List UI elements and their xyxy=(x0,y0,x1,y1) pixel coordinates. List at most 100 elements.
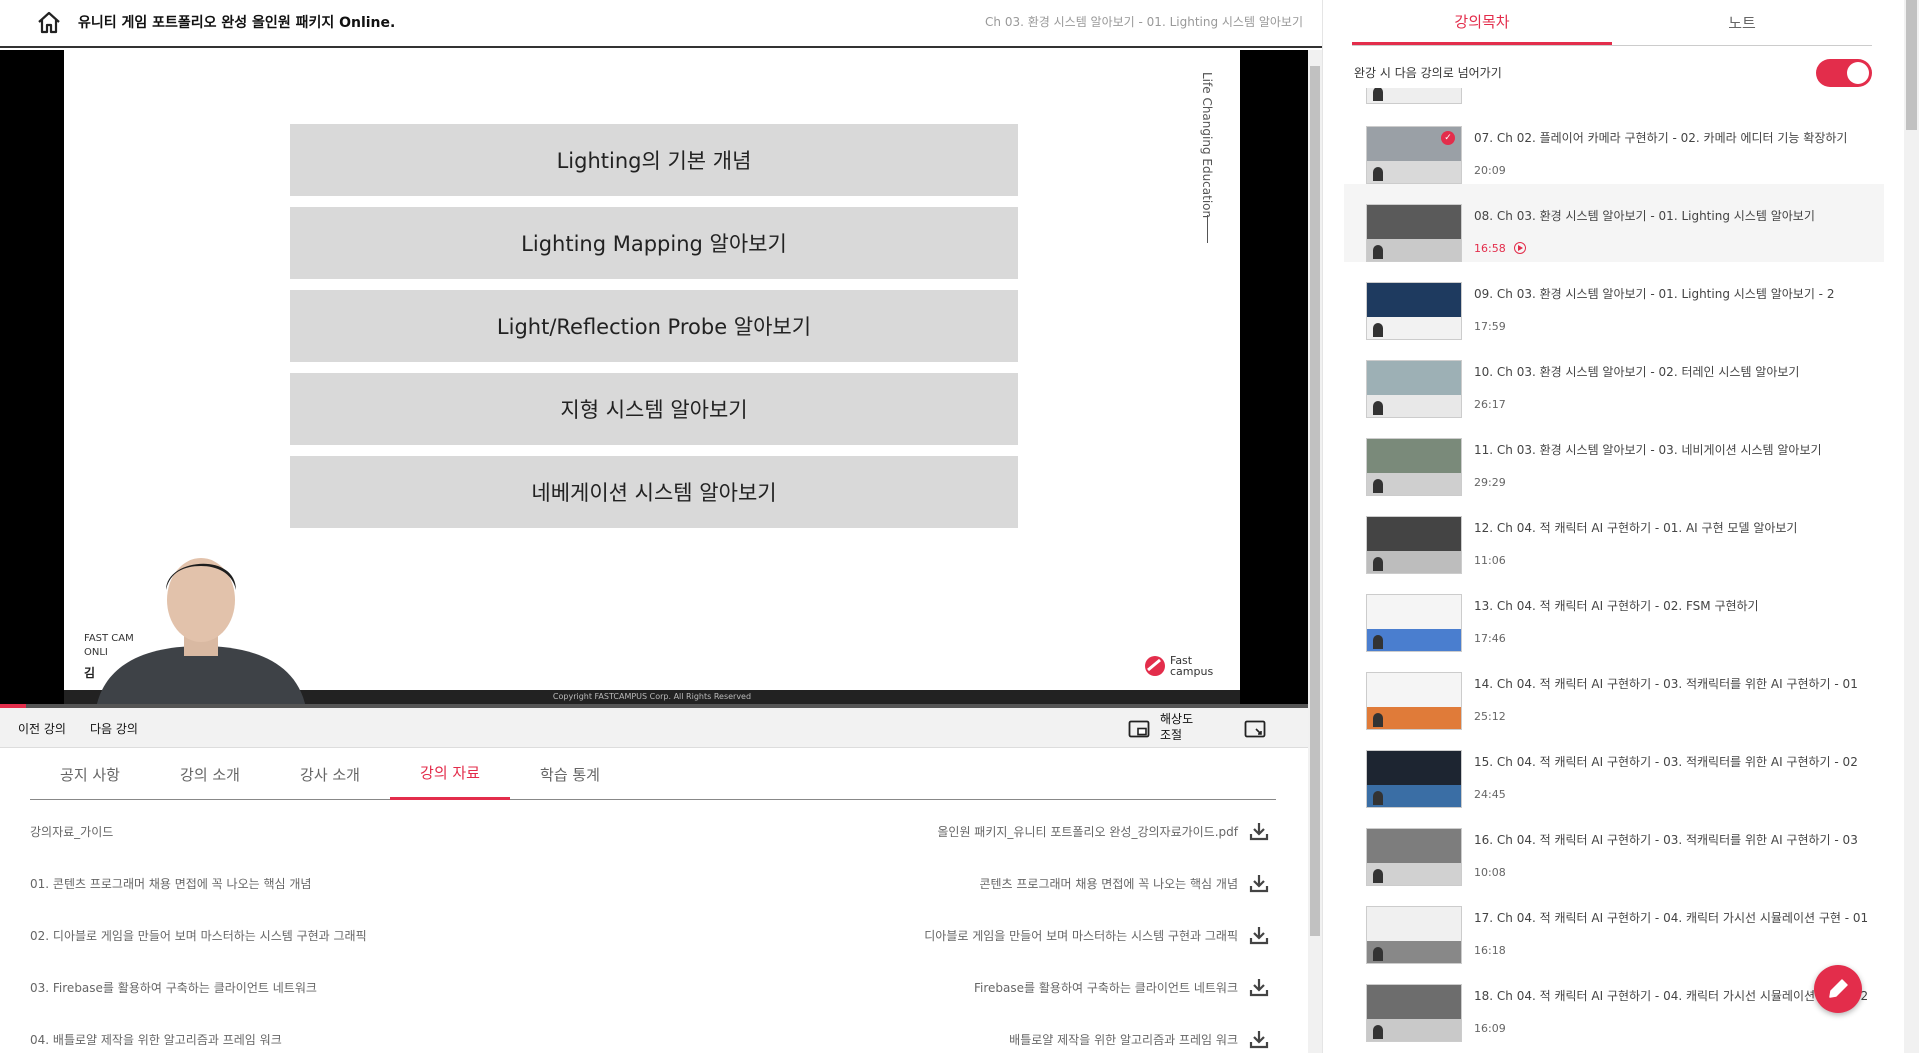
material-row: 04. 배틀로얄 제작을 위한 알고리즘과 프레임 워크 배틀로얄 제작을 위한… xyxy=(30,1013,1270,1053)
material-file-name[interactable]: 배틀로얄 제작을 위한 알고리즘과 프레임 워크 xyxy=(1009,1031,1238,1048)
lesson-duration: 16:09 xyxy=(1474,1022,1506,1035)
tab-instructor-intro[interactable]: 강사 소개 xyxy=(270,748,390,800)
lesson-thumbnail[interactable] xyxy=(1366,906,1462,964)
material-row: 03. Firebase를 활용하여 구축하는 클라이언트 네트워크 Fireb… xyxy=(30,961,1270,1013)
material-file-name[interactable]: 콘텐츠 프로그래머 채용 면접에 꼭 나오는 핵심 개념 xyxy=(979,875,1238,892)
pip-icon[interactable] xyxy=(1128,720,1150,738)
material-download[interactable]: 올인원 패키지_유니티 포트폴리오 완성_강의자료가이드.pdf xyxy=(937,820,1270,842)
material-file-name[interactable]: 올인원 패키지_유니티 포트폴리오 완성_강의자료가이드.pdf xyxy=(937,823,1238,840)
tab-curriculum[interactable]: 강의목차 xyxy=(1352,0,1612,45)
lesson-item[interactable]: 13. Ch 04. 적 캐릭터 AI 구현하기 - 02. FSM 구현하기 1… xyxy=(1344,574,1884,652)
lesson-item[interactable]: 14. Ch 04. 적 캐릭터 AI 구현하기 - 03. 적캐릭터를 위한 … xyxy=(1344,652,1884,730)
tab-notes[interactable]: 노트 xyxy=(1612,0,1872,45)
lesson-thumbnail[interactable] xyxy=(1366,438,1462,496)
material-name: 04. 배틀로얄 제작을 위한 알고리즘과 프레임 워크 xyxy=(30,1032,282,1047)
fastcampus-logo-mark xyxy=(1145,656,1165,676)
slide-topic: Lighting Mapping 알아보기 xyxy=(290,207,1018,279)
lesson-duration: 20:09 xyxy=(1474,164,1506,177)
fastcampus-logo: Fast campus xyxy=(1144,655,1213,677)
lesson-list: 15:59 ✓ 07. Ch 02. 플레이어 카메라 구현하기 - 02. 카메라… xyxy=(1344,88,1884,1053)
lesson-duration: 17:46 xyxy=(1474,632,1506,645)
player-controls: 이전 강의 다음 강의 해상도 조절 xyxy=(0,708,1308,748)
lesson-item[interactable]: 15. Ch 04. 적 캐릭터 AI 구현하기 - 03. 적캐릭터를 위한 … xyxy=(1344,730,1884,808)
download-icon[interactable] xyxy=(1248,924,1270,946)
download-icon[interactable] xyxy=(1248,976,1270,998)
side-panel-tabs: 강의목차 노트 xyxy=(1352,0,1872,46)
autoplay-toggle[interactable] xyxy=(1816,59,1872,87)
lesson-title[interactable]: 11. Ch 03. 환경 시스템 알아보기 - 03. 네비게이션 시스템 알… xyxy=(1474,442,1874,459)
side-scrollbar-thumb[interactable] xyxy=(1906,0,1917,130)
lesson-title[interactable]: 09. Ch 03. 환경 시스템 알아보기 - 01. Lighting 시스… xyxy=(1474,286,1874,303)
lesson-item[interactable]: 11. Ch 03. 환경 시스템 알아보기 - 03. 네비게이션 시스템 알… xyxy=(1344,418,1884,496)
tab-course-intro[interactable]: 강의 소개 xyxy=(150,748,270,800)
lesson-item[interactable]: 09. Ch 03. 환경 시스템 알아보기 - 01. Lighting 시스… xyxy=(1344,262,1884,340)
lesson-thumbnail[interactable] xyxy=(1366,594,1462,652)
main-scrollbar-thumb[interactable] xyxy=(1310,66,1320,936)
presenter-video xyxy=(86,538,316,708)
material-download[interactable]: 디아블로 게임을 만들어 보며 마스터하는 시스템 구현과 그래픽 xyxy=(924,924,1270,946)
resolution-button[interactable]: 해상도 조절 xyxy=(1160,711,1200,743)
side-scrollbar[interactable] xyxy=(1904,0,1919,1053)
lesson-duration: 15:59 xyxy=(1474,88,1506,91)
slide-topic: Lighting의 기본 개념 xyxy=(290,124,1018,196)
next-lecture-button[interactable]: 다음 강의 xyxy=(90,720,138,737)
lesson-thumbnail[interactable] xyxy=(1366,984,1462,1042)
tab-materials[interactable]: 강의 자료 xyxy=(390,748,510,800)
download-icon[interactable] xyxy=(1248,820,1270,842)
material-name: 02. 디아블로 게임을 만들어 보며 마스터하는 시스템 구현과 그래픽 xyxy=(30,928,367,943)
lesson-title[interactable]: 17. Ch 04. 적 캐릭터 AI 구현하기 - 04. 캐릭터 가시선 시… xyxy=(1474,910,1874,927)
lesson-thumbnail[interactable] xyxy=(1366,828,1462,886)
slide-side-text: Life Changing Education xyxy=(1200,72,1214,219)
lesson-duration: 10:08 xyxy=(1474,866,1506,879)
expand-icon[interactable] xyxy=(1244,720,1266,738)
lesson-item[interactable]: 16. Ch 04. 적 캐릭터 AI 구현하기 - 03. 적캐릭터를 위한 … xyxy=(1344,808,1884,886)
lesson-title[interactable]: 10. Ch 03. 환경 시스템 알아보기 - 02. 터레인 시스템 알아보… xyxy=(1474,364,1874,381)
lesson-thumbnail[interactable] xyxy=(1366,672,1462,730)
video-player[interactable]: Lighting의 기본 개념 Lighting Mapping 알아보기 Li… xyxy=(0,50,1308,708)
check-icon: ✓ xyxy=(1441,131,1455,145)
lesson-duration: 25:12 xyxy=(1474,710,1506,723)
lesson-thumbnail[interactable] xyxy=(1366,88,1462,104)
lesson-title[interactable]: 16. Ch 04. 적 캐릭터 AI 구현하기 - 03. 적캐릭터를 위한 … xyxy=(1474,832,1874,849)
material-row: 강의자료_가이드 올인원 패키지_유니티 포트폴리오 완성_강의자료가이드.pd… xyxy=(30,805,1270,857)
pencil-icon[interactable] xyxy=(1814,965,1862,1013)
lesson-thumbnail[interactable] xyxy=(1366,516,1462,574)
autoplay-label: 완강 시 다음 강의로 넘어가기 xyxy=(1354,66,1502,80)
lesson-item[interactable]: ✓ 07. Ch 02. 플레이어 카메라 구현하기 - 02. 카메라 에디터 … xyxy=(1344,106,1884,184)
toggle-knob xyxy=(1847,62,1869,84)
material-download[interactable]: 콘텐츠 프로그래머 채용 면접에 꼭 나오는 핵심 개념 xyxy=(979,872,1270,894)
material-download[interactable]: Firebase를 활용하여 구축하는 클라이언트 네트워크 xyxy=(974,976,1270,998)
material-download[interactable]: 배틀로얄 제작을 위한 알고리즘과 프레임 워크 xyxy=(1009,1028,1270,1050)
material-file-name[interactable]: Firebase를 활용하여 구축하는 클라이언트 네트워크 xyxy=(974,979,1238,996)
lesson-thumbnail[interactable] xyxy=(1366,360,1462,418)
lesson-duration: 16:18 xyxy=(1474,944,1506,957)
lesson-title[interactable]: 07. Ch 02. 플레이어 카메라 구현하기 - 02. 카메라 에디터 기… xyxy=(1474,130,1874,147)
tab-notice[interactable]: 공지 사항 xyxy=(30,748,150,800)
home-icon[interactable] xyxy=(36,10,62,36)
lesson-title[interactable]: 08. Ch 03. 환경 시스템 알아보기 - 01. Lighting 시스… xyxy=(1474,208,1874,225)
lesson-thumbnail[interactable]: ✓ xyxy=(1366,126,1462,184)
material-file-name[interactable]: 디아블로 게임을 만들어 보며 마스터하는 시스템 구현과 그래픽 xyxy=(924,927,1238,944)
lesson-title[interactable]: 12. Ch 04. 적 캐릭터 AI 구현하기 - 01. AI 구현 모델 … xyxy=(1474,520,1874,537)
prev-lecture-button[interactable]: 이전 강의 xyxy=(18,720,66,737)
materials-list: 강의자료_가이드 올인원 패키지_유니티 포트폴리오 완성_강의자료가이드.pd… xyxy=(30,805,1270,1053)
lesson-item[interactable]: 18. Ch 04. 적 캐릭터 AI 구현하기 - 04. 캐릭터 가시선 시… xyxy=(1344,964,1884,1042)
download-icon[interactable] xyxy=(1248,872,1270,894)
lesson-item[interactable]: 17. Ch 04. 적 캐릭터 AI 구현하기 - 04. 캐릭터 가시선 시… xyxy=(1344,886,1884,964)
slide-topic: 네베게이션 시스템 알아보기 xyxy=(290,456,1018,528)
lesson-duration: 26:17 xyxy=(1474,398,1506,411)
lesson-thumbnail[interactable] xyxy=(1366,204,1462,262)
play-circle-icon xyxy=(1514,242,1526,254)
lesson-title[interactable]: 14. Ch 04. 적 캐릭터 AI 구현하기 - 03. 적캐릭터를 위한 … xyxy=(1474,676,1874,693)
lesson-thumbnail[interactable] xyxy=(1366,750,1462,808)
lesson-item[interactable]: 12. Ch 04. 적 캐릭터 AI 구현하기 - 01. AI 구현 모델 … xyxy=(1344,496,1884,574)
download-icon[interactable] xyxy=(1248,1028,1270,1050)
lesson-item[interactable]: 10. Ch 03. 환경 시스템 알아보기 - 02. 터레인 시스템 알아보… xyxy=(1344,340,1884,418)
lesson-item[interactable]: 15:59 xyxy=(1344,88,1884,106)
tab-stats[interactable]: 학습 통계 xyxy=(510,748,630,800)
lesson-item[interactable]: 08. Ch 03. 환경 시스템 알아보기 - 01. Lighting 시스… xyxy=(1344,184,1884,262)
lesson-title[interactable]: 13. Ch 04. 적 캐릭터 AI 구현하기 - 02. FSM 구현하기 xyxy=(1474,598,1874,615)
lesson-title[interactable]: 15. Ch 04. 적 캐릭터 AI 구현하기 - 03. 적캐릭터를 위한 … xyxy=(1474,754,1874,771)
material-name: 01. 콘텐츠 프로그래머 채용 면접에 꼭 나오는 핵심 개념 xyxy=(30,876,312,891)
lesson-thumbnail[interactable] xyxy=(1366,282,1462,340)
